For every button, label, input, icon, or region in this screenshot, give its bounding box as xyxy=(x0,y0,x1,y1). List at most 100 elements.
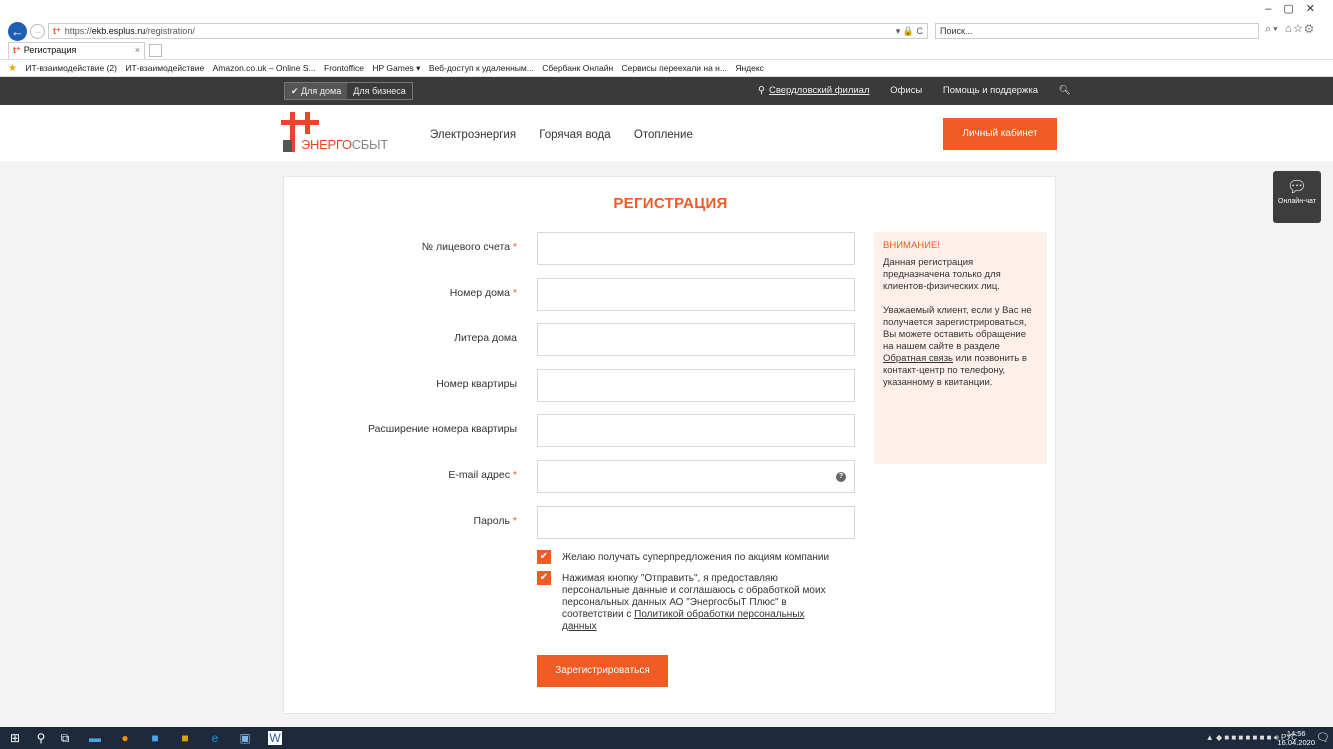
favorite-link[interactable]: Сервисы переехали на н... xyxy=(622,63,727,73)
toolbar-icons[interactable]: ⌕▾ ⌂☆⚙ xyxy=(1265,23,1315,36)
site-top-strip: ✔ Для дома Для бизнеса ⚲ Свердловский фил… xyxy=(0,77,1333,105)
url-path: /registration/ xyxy=(145,26,195,36)
required-mark: * xyxy=(512,469,517,481)
chat-bubble-icon: 💬︎ xyxy=(1286,179,1308,196)
field-label: E-mail адрес xyxy=(448,469,510,481)
favorite-link[interactable]: HP Games ▾ xyxy=(372,63,420,73)
notice-text-2: Уважаемый клиент, если у Вас не получает… xyxy=(883,305,1038,389)
house-letter-label: Литера дома xyxy=(454,332,517,344)
consent-checkbox[interactable]: ✔ xyxy=(537,571,551,585)
favorites-star-icon[interactable]: ★ xyxy=(8,63,17,74)
field-label: Расширение номера квартиры xyxy=(368,423,517,435)
favorite-link[interactable]: Сбербанк Онлайн xyxy=(542,63,613,73)
url-host: ekb.esplus.ru xyxy=(91,26,146,36)
account-number-input[interactable] xyxy=(537,232,855,265)
internet-explorer-icon[interactable]: e xyxy=(208,731,222,745)
browser-chrome: –▢✕ ← → t⁺ https://ekb.esplus.ru/registra… xyxy=(0,0,1333,60)
new-tab-button[interactable] xyxy=(149,44,162,57)
field-label: Литера дома xyxy=(454,332,517,344)
house-number-label: Номер дома * xyxy=(450,287,517,299)
logo-text-b: СБЫТ xyxy=(351,137,388,152)
house-letter-input[interactable] xyxy=(537,323,855,356)
logo-text-a: ЭНЕРГО xyxy=(301,137,352,152)
favorite-link[interactable]: Яндекс xyxy=(735,63,764,73)
question-help-icon[interactable]: ? xyxy=(836,472,846,482)
task-view-icon[interactable]: ⧉ xyxy=(58,731,72,745)
field-label: Номер квартиры xyxy=(436,378,517,390)
offers-checkbox[interactable]: ✔ xyxy=(537,550,551,564)
clock-date: 16.04.2020 xyxy=(1277,738,1315,747)
favorite-link[interactable]: ИТ-взаимодействие (2) xyxy=(25,63,117,73)
online-chat-button[interactable]: 💬︎ Онлайн-чат xyxy=(1273,171,1321,223)
menu-item-hot-water[interactable]: Горячая вода xyxy=(539,129,610,141)
site-header: ЭНЕРГОСБЫТ Электроэнергия Горячая вода О… xyxy=(0,105,1333,161)
consent-checkbox-label: Нажимая кнопку "Отправить", я предоставл… xyxy=(562,573,837,633)
tab-title: Регистрация xyxy=(23,45,77,55)
browser-search-input[interactable]: Поиск... xyxy=(935,23,1259,39)
apartment-number-input[interactable] xyxy=(537,369,855,402)
start-windows-icon[interactable]: ⊞ xyxy=(8,731,22,745)
notifications-icon[interactable]: 🗨︎ xyxy=(1316,731,1330,744)
logo-text: ЭНЕРГОСБЫТ xyxy=(301,137,388,152)
email-label: E-mail адрес * xyxy=(448,469,517,481)
app-icon[interactable]: ▣ xyxy=(238,731,252,745)
address-bar[interactable]: t⁺ https://ekb.esplus.ru/registration/ ▾ … xyxy=(48,23,928,39)
registration-card: РЕГИСТРАЦИЯ № лицевого счета * Номер дом… xyxy=(283,176,1056,714)
window-controls[interactable]: –▢✕ xyxy=(1265,2,1327,15)
search-icon[interactable]: ⚲ xyxy=(34,731,48,745)
personal-cabinet-button[interactable]: Личный кабинет xyxy=(943,118,1057,150)
password-label: Пароль * xyxy=(474,515,517,527)
back-arrow-icon[interactable]: ← xyxy=(8,22,27,41)
main-menu: Электроэнергия Горячая вода Отопление xyxy=(430,105,713,165)
notice-text-2a: Уважаемый клиент, если у Вас не получает… xyxy=(883,305,1032,352)
register-button[interactable]: Зарегистрироваться xyxy=(537,655,668,687)
apartment-extension-label: Расширение номера квартиры xyxy=(368,423,517,435)
search-icon[interactable]: 🔍︎ xyxy=(1059,85,1071,96)
favorite-link[interactable]: Amazon.co.uk – Online S... xyxy=(213,63,316,73)
password-field[interactable] xyxy=(537,506,855,539)
chat-label: Онлайн-чат xyxy=(1278,198,1316,205)
feedback-link[interactable]: Обратная связь xyxy=(883,353,953,364)
offices-link[interactable]: Офисы xyxy=(890,85,922,96)
field-label: № лицевого счета xyxy=(421,241,510,253)
favorite-link[interactable]: Веб-доступ к удаленным... xyxy=(429,63,534,73)
site-logo[interactable]: ЭНЕРГОСБЫТ xyxy=(281,112,401,156)
audience-switch: ✔ Для дома Для бизнеса xyxy=(284,82,413,100)
apartment-extension-input[interactable] xyxy=(537,414,855,447)
clock[interactable]: 14:56 16.04.2020 xyxy=(1277,729,1315,747)
home-tab[interactable]: ✔ Для дома xyxy=(285,83,348,99)
offers-checkbox-label: Желаю получать суперпредложения по акция… xyxy=(562,552,830,563)
forward-arrow-icon[interactable]: → xyxy=(30,24,45,39)
site-favicon-icon: t⁺ xyxy=(53,26,61,36)
required-mark: * xyxy=(512,515,517,527)
favorite-link[interactable]: ИТ-взаимодействие xyxy=(125,63,204,73)
tab-registration[interactable]: t⁺ Регистрация × xyxy=(8,42,145,59)
favorite-link[interactable]: Frontoffice xyxy=(324,63,364,73)
app-icon[interactable]: ■ xyxy=(148,731,162,745)
house-number-input[interactable] xyxy=(537,278,855,311)
branch-link[interactable]: Свердловский филиал xyxy=(769,85,870,96)
business-tab[interactable]: Для бизнеса xyxy=(347,83,412,99)
file-explorer-icon[interactable]: ▬ xyxy=(88,731,102,745)
close-tab-icon[interactable]: × xyxy=(135,43,140,58)
app-icon[interactable]: ■ xyxy=(178,731,192,745)
tab-favicon-icon: t⁺ xyxy=(13,45,21,55)
help-link[interactable]: Помощь и поддержка xyxy=(943,85,1038,96)
word-icon[interactable]: W xyxy=(268,731,282,745)
page-title: РЕГИСТРАЦИЯ xyxy=(613,195,728,212)
required-mark: * xyxy=(512,287,517,299)
location-pin-icon: ⚲ xyxy=(758,85,765,96)
menu-item-heating[interactable]: Отопление xyxy=(634,129,693,141)
clock-time: 14:56 xyxy=(1286,729,1306,738)
field-label: Пароль xyxy=(473,515,510,527)
notice-title: ВНИМАНИЕ! xyxy=(883,240,940,251)
address-tools[interactable]: ▾ 🔒 C xyxy=(896,24,923,38)
windows-taskbar: ⊞ ⚲ ⧉ ▬ ● ■ ■ e ▣ W ▲ ◆ ■ ■ ■ ■ ■ ■ ■ 🔊︎… xyxy=(0,727,1333,749)
apartment-number-label: Номер квартиры xyxy=(436,378,517,390)
menu-item-electricity[interactable]: Электроэнергия xyxy=(430,129,516,141)
firefox-icon[interactable]: ● xyxy=(118,731,132,745)
email-field[interactable]: ? xyxy=(537,460,855,493)
account-number-label: № лицевого счета * xyxy=(422,241,517,253)
notice-text-1: Данная регистрация предназначена только … xyxy=(883,257,1001,292)
required-mark: * xyxy=(512,241,517,253)
